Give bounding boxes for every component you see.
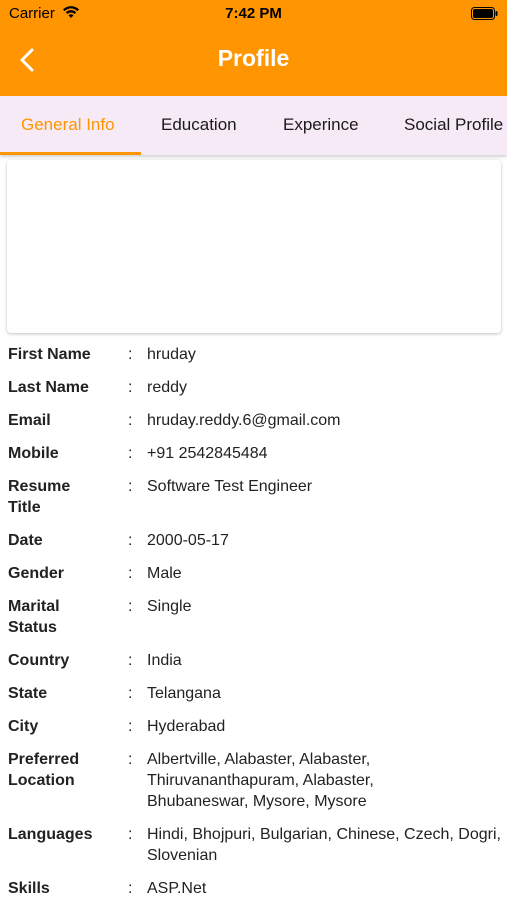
info-separator: : xyxy=(128,718,133,735)
clock-time: 7:42 PM xyxy=(225,5,282,22)
info-separator: : xyxy=(128,478,133,495)
info-label: Languages xyxy=(8,826,93,843)
info-row-city: City : Hyderabad xyxy=(0,716,507,749)
info-separator: : xyxy=(128,751,133,768)
info-row-skills: Skills : ASP.Net xyxy=(0,878,507,911)
info-value: Hyderabad xyxy=(147,718,226,735)
info-value: reddy xyxy=(147,379,188,396)
info-row-resume-title: Resume Title : Software Test Engineer xyxy=(0,476,507,530)
info-value: Albertville, Alabaster, Alabaster, Thiru… xyxy=(147,751,374,810)
tab-education[interactable]: Education xyxy=(161,96,237,155)
info-row-gender: Gender : Male xyxy=(0,563,507,596)
profile-header-card xyxy=(7,160,501,333)
info-row-first-name: First Name : hruday xyxy=(0,344,507,377)
info-separator: : xyxy=(128,652,133,669)
info-label: Marital Status xyxy=(8,598,60,636)
profile-info-list: First Name : hruday Last Name : reddy Em… xyxy=(0,344,507,911)
info-row-languages: Languages : Hindi, Bhojpuri, Bulgarian, … xyxy=(0,824,507,878)
info-label: First Name xyxy=(8,346,91,363)
info-label: Mobile xyxy=(8,445,59,462)
status-bar: Carrier 7:42 PM xyxy=(0,0,507,28)
info-label: State xyxy=(8,685,48,702)
info-row-marital-status: Marital Status : Single xyxy=(0,596,507,650)
tab-general-info[interactable]: General Info xyxy=(21,96,115,155)
info-separator: : xyxy=(128,598,133,615)
info-label: Email xyxy=(8,412,51,429)
info-separator: : xyxy=(128,532,133,549)
app-bar: Profile xyxy=(0,28,507,96)
info-label: Preferred Location xyxy=(8,751,80,789)
info-label: Skills xyxy=(8,880,50,897)
info-row-email: Email : hruday.reddy.6@gmail.com xyxy=(0,410,507,443)
info-row-last-name: Last Name : reddy xyxy=(0,377,507,410)
info-separator: : xyxy=(128,685,133,702)
info-value: Male xyxy=(147,565,182,582)
info-label: City xyxy=(8,718,39,735)
info-row-mobile: Mobile : +91 2542845484 xyxy=(0,443,507,476)
info-separator: : xyxy=(128,379,133,396)
info-label: Country xyxy=(8,652,70,669)
battery-icon xyxy=(471,7,498,20)
page-title: Profile xyxy=(217,45,290,71)
active-tab-indicator xyxy=(0,152,141,155)
tab-bar: General Info Education Experince Social … xyxy=(0,96,507,155)
info-separator: : xyxy=(128,445,133,462)
info-separator: : xyxy=(128,412,133,429)
info-label: Gender xyxy=(8,565,65,582)
tab-social-profile[interactable]: Social Profile xyxy=(404,96,503,155)
info-label: Last Name xyxy=(8,379,89,396)
info-row-date: Date : 2000-05-17 xyxy=(0,530,507,563)
info-value: India xyxy=(147,652,182,669)
info-value: Hindi, Bhojpuri, Bulgarian, Chinese, Cze… xyxy=(147,826,501,864)
info-row-preferred-location: Preferred Location : Albertville, Alabas… xyxy=(0,749,507,824)
info-value: 2000-05-17 xyxy=(147,532,229,549)
info-value: ASP.Net xyxy=(147,880,207,897)
info-value: hruday.reddy.6@gmail.com xyxy=(147,412,341,429)
info-separator: : xyxy=(128,346,133,363)
tab-experince[interactable]: Experince xyxy=(283,96,359,155)
info-separator: : xyxy=(128,565,133,582)
info-value: +91 2542845484 xyxy=(147,445,268,462)
info-separator: : xyxy=(128,826,133,843)
info-label: Resume Title xyxy=(8,478,71,516)
info-value: Software Test Engineer xyxy=(147,478,313,495)
info-row-country: Country : India xyxy=(0,650,507,683)
info-value: Telangana xyxy=(147,685,221,702)
info-label: Date xyxy=(8,532,43,549)
info-value: Single xyxy=(147,598,192,615)
info-separator: : xyxy=(128,880,133,897)
info-row-state: State : Telangana xyxy=(0,683,507,716)
info-value: hruday xyxy=(147,346,196,363)
